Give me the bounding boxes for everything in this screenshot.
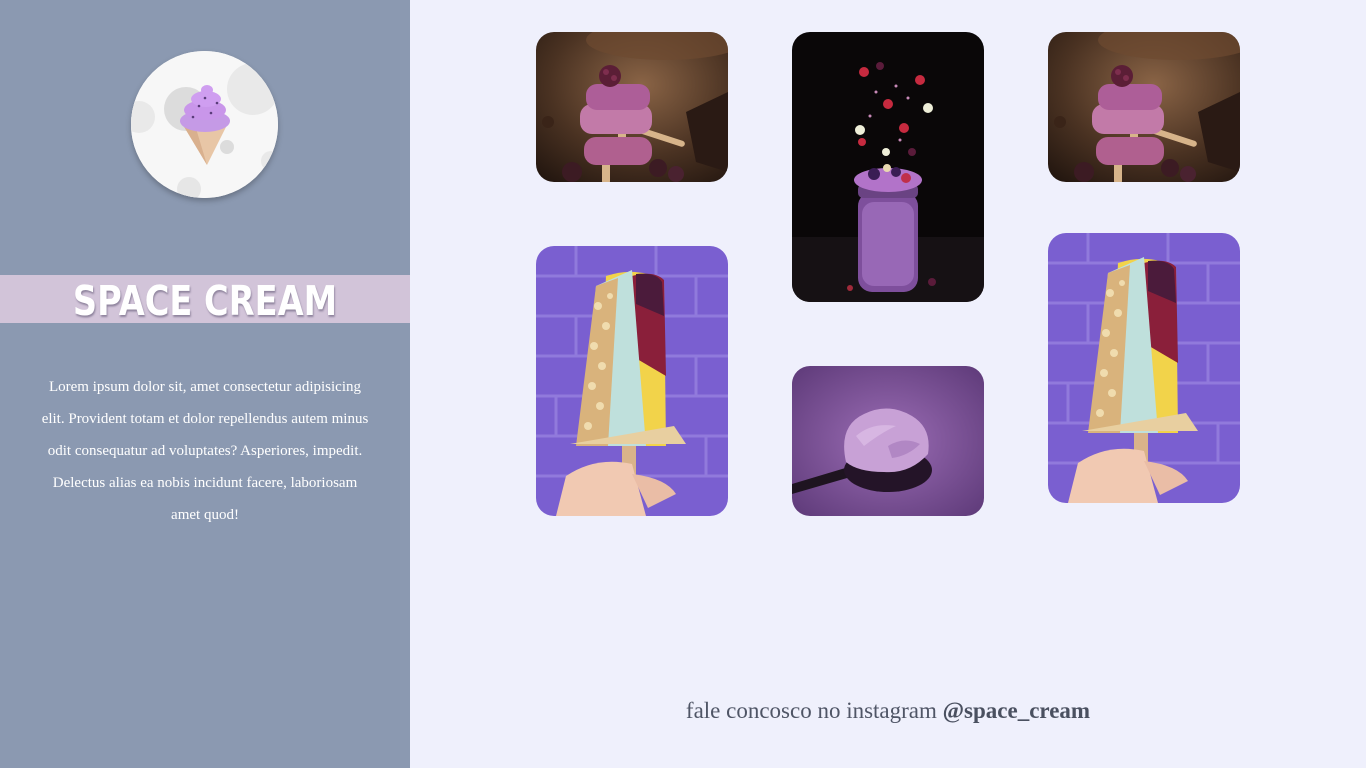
brand-description: Lorem ipsum dolor sit, amet consectetur …	[41, 379, 369, 523]
brand-title: SPACE CREAM	[72, 277, 338, 325]
sidebar: SPACE CREAM Lorem ipsum dolor sit, amet …	[0, 0, 410, 768]
footer-text: fale concosco no instagram	[685, 698, 943, 723]
berry-smoothie-jar-photo	[792, 32, 984, 302]
stacked-popsicles-photo	[536, 32, 728, 182]
gallery-photo[interactable]	[536, 32, 728, 182]
nut-popsicle-photo	[536, 246, 728, 516]
gallery-photo[interactable]	[1048, 233, 1240, 503]
stacked-popsicles-photo	[1048, 32, 1240, 182]
nut-popsicle-photo	[1048, 233, 1240, 503]
instagram-handle-link[interactable]: @space_cream	[943, 698, 1090, 723]
gallery-photo[interactable]	[536, 246, 728, 516]
logo	[131, 51, 278, 198]
footer: fale concosco no instagram @space_cream	[410, 698, 1366, 724]
gallery-photo[interactable]	[792, 32, 984, 302]
ice-cream-cone-icon	[131, 51, 278, 198]
gallery-photo[interactable]	[792, 366, 984, 516]
gallery-photo[interactable]	[1048, 32, 1240, 182]
ice-cream-spoon-photo	[792, 366, 984, 516]
